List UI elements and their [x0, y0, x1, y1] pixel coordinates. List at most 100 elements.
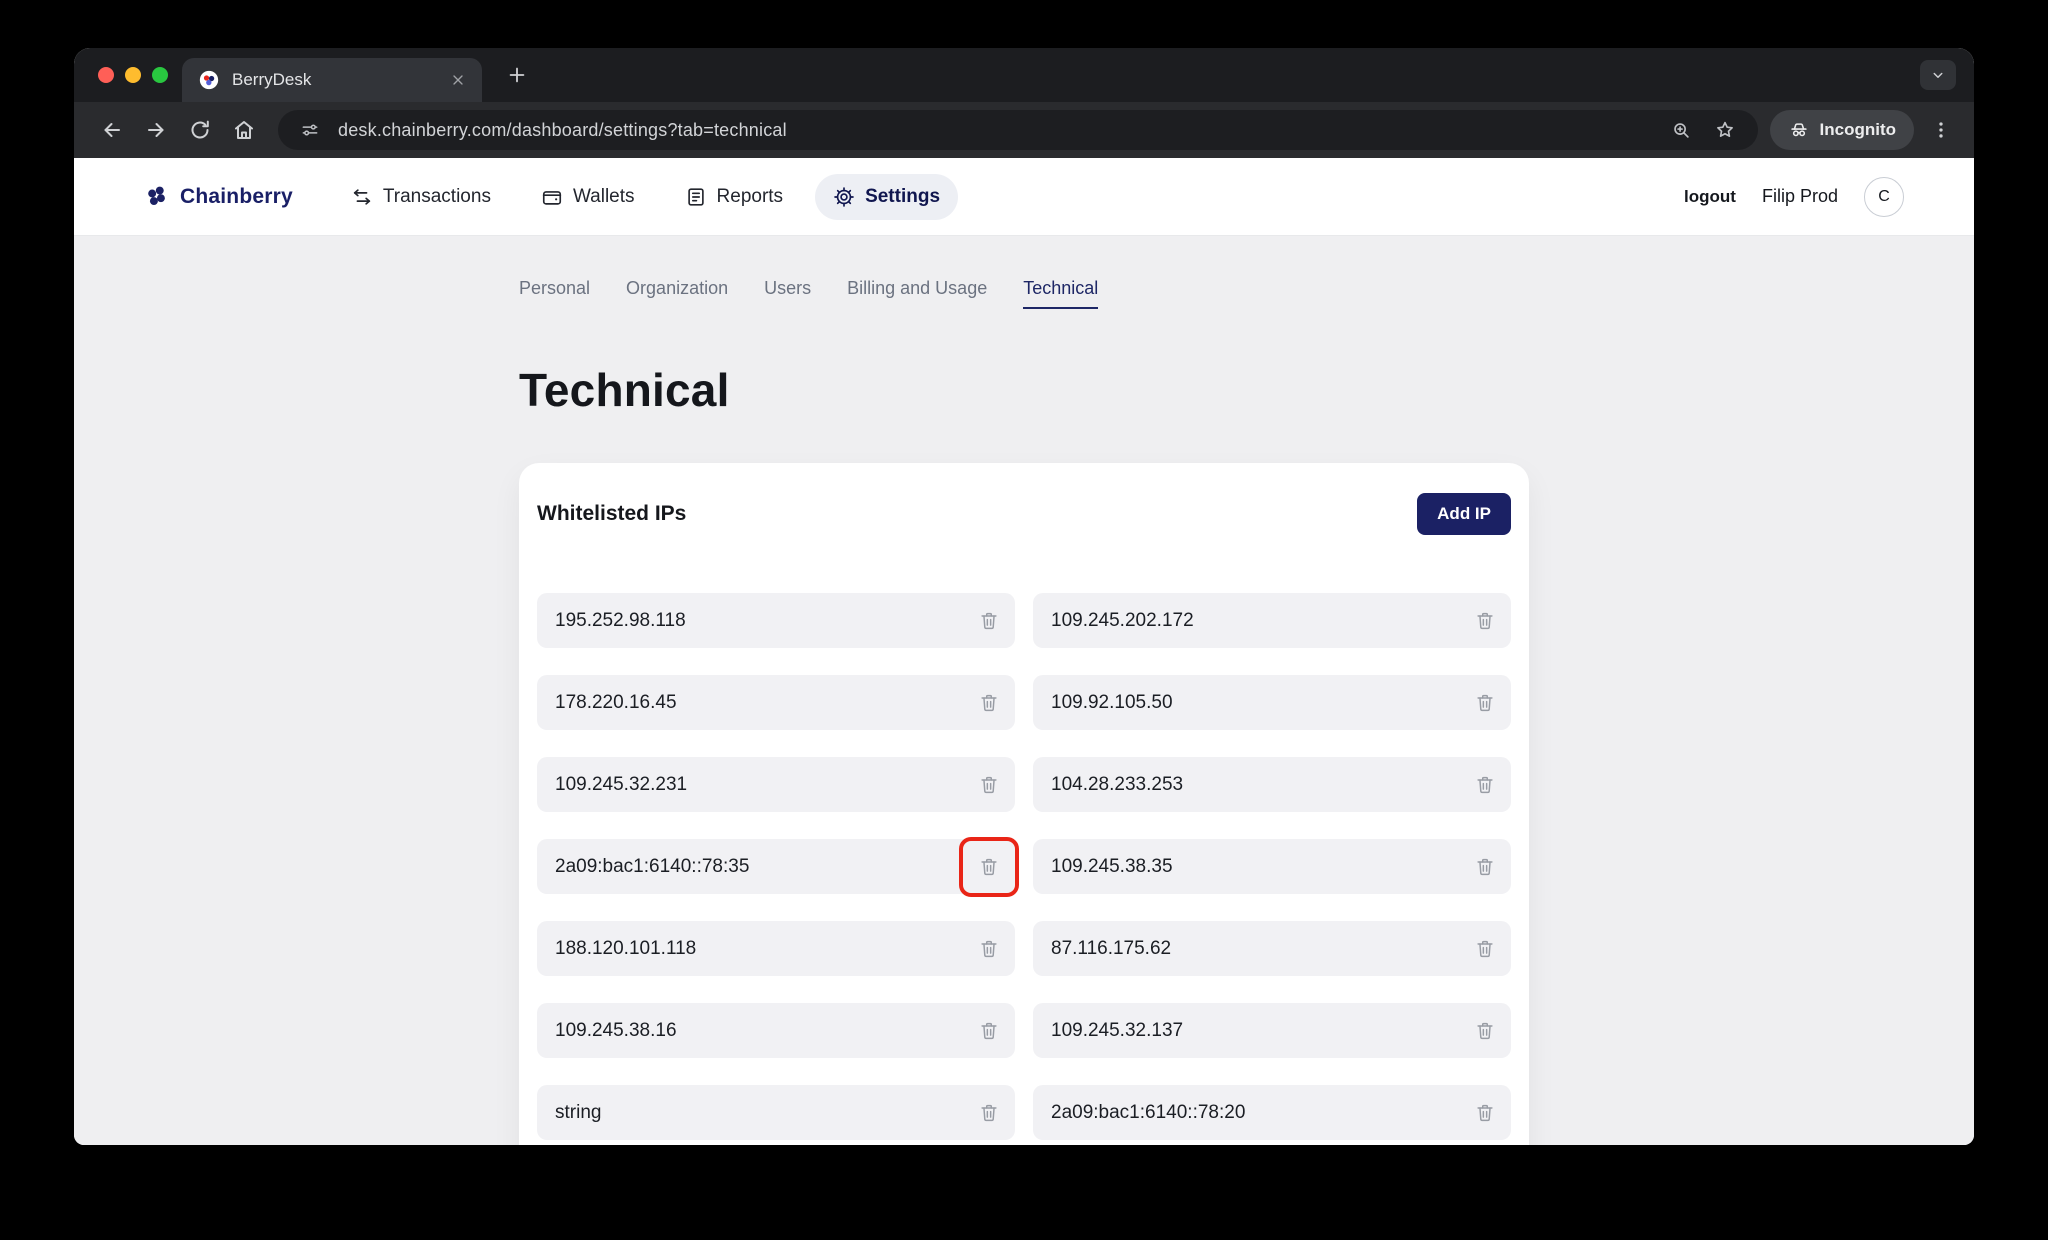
- ip-list-item: 109.245.38.35: [1033, 839, 1511, 894]
- ip-value: 109.245.32.231: [555, 774, 687, 796]
- address-bar[interactable]: desk.chainberry.com/dashboard/settings?t…: [278, 110, 1758, 150]
- tab-organization[interactable]: Organization: [626, 278, 728, 309]
- ip-list-item: 2a09:bac1:6140::78:20: [1033, 1085, 1511, 1140]
- delete-ip-button[interactable]: [971, 1013, 1007, 1049]
- ip-value: 109.245.38.16: [555, 1020, 677, 1042]
- nav-label: Settings: [865, 186, 940, 208]
- zoom-icon[interactable]: [1666, 119, 1696, 141]
- nav-label: Wallets: [573, 186, 635, 208]
- ip-list-item: 109.245.38.16: [537, 1003, 1015, 1058]
- close-window-button[interactable]: [98, 67, 114, 83]
- nav-item-transactions[interactable]: Transactions: [333, 174, 509, 220]
- nav-item-settings[interactable]: Settings: [815, 174, 958, 220]
- ip-value: 195.252.98.118: [555, 610, 686, 632]
- ip-list-item: 87.116.175.62: [1033, 921, 1511, 976]
- delete-ip-button[interactable]: [1467, 603, 1503, 639]
- incognito-icon: [1788, 119, 1810, 141]
- ip-value: 87.116.175.62: [1051, 938, 1171, 960]
- maximize-window-button[interactable]: [152, 67, 168, 83]
- tab-title: BerryDesk: [232, 70, 438, 90]
- reload-button[interactable]: [178, 108, 222, 152]
- ip-value: 109.245.38.35: [1051, 856, 1173, 878]
- desktop-background: BerryDesk: [0, 0, 2048, 1240]
- url-text[interactable]: desk.chainberry.com/dashboard/settings?t…: [338, 120, 1652, 141]
- logout-button[interactable]: logout: [1684, 187, 1736, 207]
- back-button[interactable]: [90, 108, 134, 152]
- forward-button[interactable]: [134, 108, 178, 152]
- tab-users[interactable]: Users: [764, 278, 811, 309]
- delete-ip-button[interactable]: [1467, 685, 1503, 721]
- ip-value: 178.220.16.45: [555, 692, 677, 714]
- brand-name: Chainberry: [180, 185, 293, 209]
- ip-list-item: 109.245.202.172: [1033, 593, 1511, 648]
- delete-ip-button[interactable]: [971, 931, 1007, 967]
- ip-list-item: 188.120.101.118: [537, 921, 1015, 976]
- delete-ip-button[interactable]: [1467, 767, 1503, 803]
- delete-ip-button[interactable]: [971, 1095, 1007, 1131]
- nav-label: Transactions: [383, 186, 491, 208]
- ip-list-item: 195.252.98.118: [537, 593, 1015, 648]
- reports-icon: [685, 186, 707, 208]
- main-nav: Transactions Wallets Reports: [333, 174, 958, 220]
- delete-ip-button[interactable]: [1467, 931, 1503, 967]
- card-title: Whitelisted IPs: [537, 502, 686, 526]
- bookmark-star-icon[interactable]: [1710, 119, 1740, 141]
- ip-value: 104.28.233.253: [1051, 774, 1183, 796]
- avatar[interactable]: C: [1864, 177, 1904, 217]
- nav-label: Reports: [717, 186, 784, 208]
- tab-list-chevron-button[interactable]: [1920, 60, 1956, 90]
- tab-personal[interactable]: Personal: [519, 278, 590, 309]
- site-settings-icon[interactable]: [296, 120, 324, 140]
- transactions-icon: [351, 186, 373, 208]
- delete-ip-button[interactable]: [971, 767, 1007, 803]
- ip-value: 2a09:bac1:6140::78:20: [1051, 1102, 1245, 1124]
- chainberry-logo-icon: [144, 183, 172, 211]
- app-page: Chainberry Transactions Wallets: [74, 158, 1974, 1145]
- header-right: logout Filip Prod C: [1684, 177, 1904, 217]
- ip-value: 188.120.101.118: [555, 938, 696, 960]
- browser-menu-icon[interactable]: [1924, 113, 1958, 147]
- minimize-window-button[interactable]: [125, 67, 141, 83]
- browser-tab-bar: BerryDesk: [74, 48, 1974, 102]
- ip-list-item: 104.28.233.253: [1033, 757, 1511, 812]
- page-title: Technical: [519, 363, 1529, 417]
- delete-ip-button[interactable]: [971, 685, 1007, 721]
- ip-grid: 195.252.98.118 109.245.202.172 178.220.1…: [537, 593, 1511, 1140]
- ip-value: 109.245.32.137: [1051, 1020, 1183, 1042]
- app-header: Chainberry Transactions Wallets: [74, 158, 1974, 236]
- whitelisted-ips-card: Whitelisted IPs Add IP 195.252.98.118 10…: [519, 463, 1529, 1145]
- wallet-icon: [541, 186, 563, 208]
- browser-window: BerryDesk: [74, 48, 1974, 1145]
- browser-tab[interactable]: BerryDesk: [182, 58, 482, 102]
- delete-ip-button[interactable]: [971, 603, 1007, 639]
- tab-close-icon[interactable]: [450, 72, 466, 88]
- brand[interactable]: Chainberry: [144, 183, 293, 211]
- delete-ip-button[interactable]: [1467, 1013, 1503, 1049]
- user-name: Filip Prod: [1762, 186, 1838, 207]
- delete-ip-button[interactable]: [971, 849, 1007, 885]
- add-ip-button[interactable]: Add IP: [1417, 493, 1511, 535]
- nav-item-wallets[interactable]: Wallets: [523, 174, 653, 220]
- ip-list-item: 109.245.32.231: [537, 757, 1015, 812]
- delete-ip-button[interactable]: [1467, 1095, 1503, 1131]
- ip-list-item: 2a09:bac1:6140::78:35: [537, 839, 1015, 894]
- incognito-label: Incognito: [1820, 120, 1896, 140]
- delete-ip-button[interactable]: [1467, 849, 1503, 885]
- ip-value: 109.92.105.50: [1051, 692, 1173, 714]
- ip-list-item: 109.245.32.137: [1033, 1003, 1511, 1058]
- ip-value: string: [555, 1102, 601, 1124]
- window-controls: [98, 67, 168, 83]
- ip-list-item: string: [537, 1085, 1015, 1140]
- settings-content: Personal Organization Users Billing and …: [74, 236, 1974, 1145]
- tab-billing-and-usage[interactable]: Billing and Usage: [847, 278, 987, 309]
- ip-value: 109.245.202.172: [1051, 610, 1194, 632]
- settings-tabs: Personal Organization Users Billing and …: [519, 278, 1529, 309]
- home-button[interactable]: [222, 108, 266, 152]
- berrydesk-favicon-icon: [198, 69, 220, 91]
- new-tab-button[interactable]: [506, 64, 528, 86]
- browser-toolbar: desk.chainberry.com/dashboard/settings?t…: [74, 102, 1974, 158]
- ip-list-item: 109.92.105.50: [1033, 675, 1511, 730]
- tab-technical[interactable]: Technical: [1023, 278, 1098, 309]
- nav-item-reports[interactable]: Reports: [667, 174, 802, 220]
- gear-icon: [833, 186, 855, 208]
